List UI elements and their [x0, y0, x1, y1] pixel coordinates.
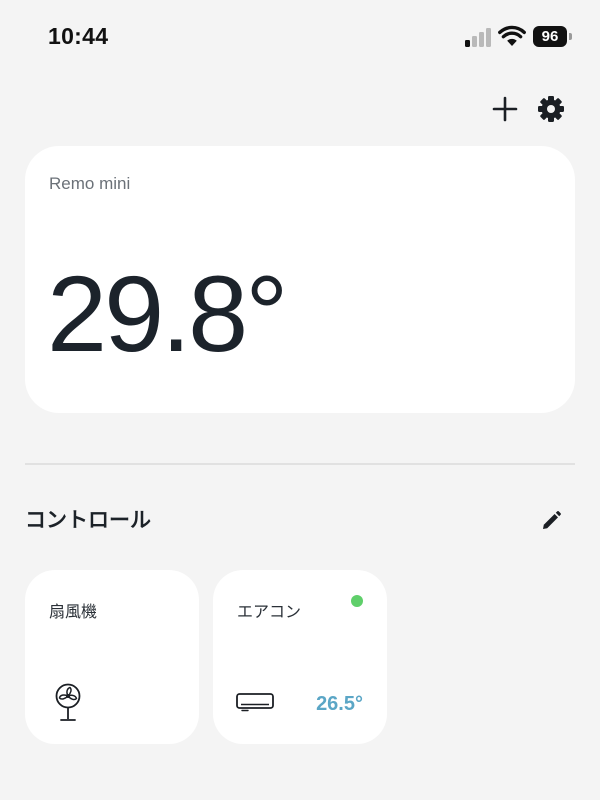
- add-button[interactable]: [485, 89, 525, 129]
- status-indicator: [351, 595, 363, 607]
- status-time: 10:44: [48, 23, 109, 49]
- edit-button[interactable]: [535, 505, 567, 537]
- device-name: Remo mini: [49, 174, 131, 193]
- status-bar: 10:44 96: [0, 0, 600, 76]
- sensor-card[interactable]: Remo mini 29.8°: [25, 146, 575, 413]
- air-conditioner-tile[interactable]: エアコン 26.5°: [213, 570, 387, 744]
- settings-button[interactable]: [531, 89, 571, 129]
- air-conditioner-label: エアコン: [237, 602, 302, 621]
- plus-icon: [492, 96, 518, 122]
- air-conditioner-icon: [236, 693, 274, 712]
- fan-icon: [55, 683, 81, 721]
- controls-title: コントロール: [25, 508, 151, 532]
- battery-tip: [569, 33, 572, 40]
- temperature-reading: 29.8°: [47, 253, 288, 374]
- divider: [25, 463, 575, 465]
- battery-level: 96: [541, 28, 559, 45]
- pencil-icon: [543, 511, 561, 529]
- battery-icon: 96: [533, 26, 573, 47]
- fan-tile[interactable]: 扇風機: [25, 570, 199, 744]
- gear-icon: [538, 96, 564, 122]
- air-conditioner-temperature: 26.5°: [316, 693, 363, 715]
- fan-label: 扇風機: [49, 602, 98, 621]
- wifi-icon: [498, 25, 526, 46]
- cellular-signal-icon: [465, 28, 491, 47]
